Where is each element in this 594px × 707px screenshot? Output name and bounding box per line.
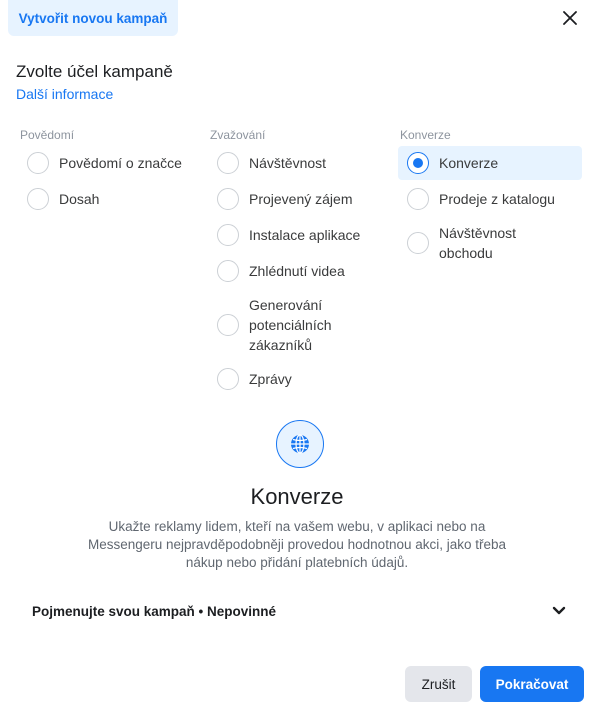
objective-engagement[interactable]: Projevený zájem — [208, 182, 388, 216]
objective-app-installs[interactable]: Instalace aplikace — [208, 218, 388, 252]
campaign-name-expander[interactable]: Pojmenujte svou kampaň • Nepovinné — [32, 600, 566, 622]
globe-icon — [276, 420, 324, 468]
objective-messages[interactable]: Zprávy — [208, 362, 388, 396]
objective-label: Zhlédnutí videa — [249, 263, 345, 279]
close-button[interactable] — [558, 6, 582, 30]
radio-button[interactable] — [407, 188, 429, 210]
objective-traffic[interactable]: Návštěvnost — [208, 146, 388, 180]
column-conversion: Konverze Konverze Prodeje z katalogu Náv… — [398, 128, 582, 270]
continue-button[interactable]: Pokračovat — [480, 666, 584, 702]
create-campaign-title: Vytvořit novou kampaň — [18, 10, 168, 26]
cancel-button[interactable]: Zrušit — [405, 666, 472, 702]
column-awareness: Povědomí Povědomí o značce Dosah — [18, 128, 198, 218]
objective-conversions[interactable]: Konverze — [398, 146, 582, 180]
objective-lead-generation[interactable]: Generování potenciálních zákazníků — [208, 290, 388, 360]
objective-store-traffic[interactable]: Návštěvnost obchodu — [398, 218, 582, 268]
create-campaign-tab[interactable]: Vytvořit novou kampaň — [8, 0, 178, 36]
radio-button[interactable] — [217, 152, 239, 174]
column-header-conversion: Konverze — [400, 128, 451, 142]
radio-button[interactable] — [217, 260, 239, 282]
objective-label: Návštěvnost obchodu — [439, 225, 517, 261]
column-header-consideration: Zvažování — [210, 128, 266, 142]
radio-button[interactable] — [217, 224, 239, 246]
campaign-name-label: Pojmenujte svou kampaň • Nepovinné — [32, 603, 277, 619]
objective-video-views[interactable]: Zhlédnutí videa — [208, 254, 388, 288]
more-info-link[interactable]: Další informace — [16, 86, 113, 102]
objective-label: Konverze — [439, 155, 499, 171]
objective-label: Povědomí o značce — [59, 155, 182, 171]
radio-button[interactable] — [217, 188, 239, 210]
objective-brand-awareness[interactable]: Povědomí o značce — [18, 146, 198, 180]
objective-description: Ukažte reklamy lidem, kteří na vašem web… — [87, 519, 507, 570]
radio-button[interactable] — [27, 188, 49, 210]
objective-title: Konverze — [250, 484, 344, 509]
radio-button[interactable] — [27, 152, 49, 174]
radio-button[interactable] — [217, 314, 239, 336]
objective-label: Generování potenciálních zákazníků — [249, 297, 332, 353]
objective-label: Zprávy — [249, 371, 292, 387]
radio-button-selected[interactable] — [407, 152, 429, 174]
objective-label: Projevený zájem — [249, 191, 353, 207]
objective-label: Dosah — [59, 191, 100, 207]
column-header-awareness: Povědomí — [20, 128, 75, 142]
objective-label: Prodeje z katalogu — [439, 191, 555, 207]
objective-catalog-sales[interactable]: Prodeje z katalogu — [398, 182, 582, 216]
objective-label: Instalace aplikace — [249, 227, 361, 243]
column-consideration: Zvažování Návštěvnost Projevený zájem In… — [208, 128, 388, 398]
radio-button[interactable] — [217, 368, 239, 390]
page-heading: Zvolte účel kampaně — [16, 62, 173, 81]
objective-label: Návštěvnost — [249, 155, 327, 171]
close-icon — [563, 11, 577, 25]
chevron-down-icon — [552, 606, 566, 615]
radio-button[interactable] — [407, 232, 429, 254]
objective-reach[interactable]: Dosah — [18, 182, 198, 216]
